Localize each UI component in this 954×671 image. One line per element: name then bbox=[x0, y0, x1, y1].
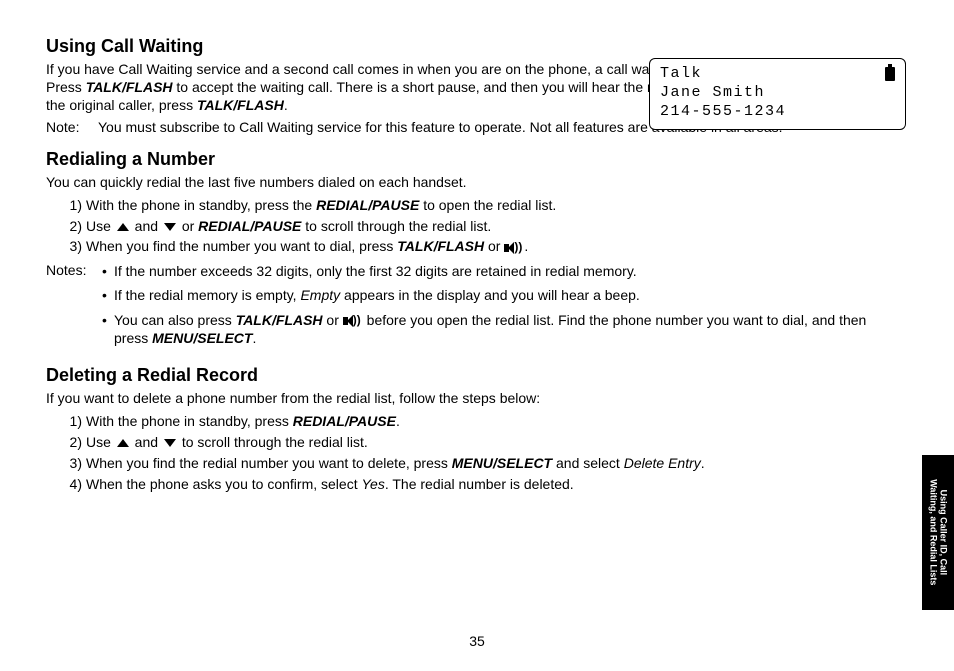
list-item: 3) When you find the number you want to … bbox=[60, 237, 904, 256]
lcd-line3: 214-555-1234 bbox=[660, 103, 895, 122]
note-bullet: • You can also press TALK/FLASH or )) be… bbox=[102, 311, 904, 347]
notes-label: Notes: bbox=[46, 262, 102, 353]
key-talk-flash: TALK/FLASH bbox=[86, 79, 173, 95]
lcd-line1: Talk bbox=[660, 65, 702, 84]
redialing-steps: 1) With the phone in standby, press the … bbox=[60, 196, 904, 257]
page-content: Talk Jane Smith 214-555-1234 Using Call … bbox=[0, 0, 954, 494]
up-arrow-icon bbox=[117, 223, 129, 231]
speakerphone-icon: )) bbox=[504, 242, 524, 254]
key-talk-flash: TALK/FLASH bbox=[397, 238, 484, 254]
redialing-intro: You can quickly redial the last five num… bbox=[46, 174, 904, 192]
page-number: 35 bbox=[0, 633, 954, 649]
down-arrow-icon bbox=[164, 223, 176, 231]
list-item: 1) With the phone in standby, press the … bbox=[60, 196, 904, 215]
battery-icon bbox=[885, 67, 895, 81]
list-item: 3) When you find the redial number you w… bbox=[60, 454, 904, 473]
deleting-intro: If you want to delete a phone number fro… bbox=[46, 390, 904, 408]
up-arrow-icon bbox=[117, 439, 129, 447]
list-item: 2) Use and or REDIAL/PAUSE to scroll thr… bbox=[60, 217, 904, 236]
down-arrow-icon bbox=[164, 439, 176, 447]
key-redial-pause: REDIAL/PAUSE bbox=[293, 413, 396, 429]
note-bullet: • If the number exceeds 32 digits, only … bbox=[102, 262, 904, 280]
redialing-notes: Notes: • If the number exceeds 32 digits… bbox=[46, 262, 904, 353]
list-item: 1) With the phone in standby, press REDI… bbox=[60, 412, 904, 431]
deleting-steps: 1) With the phone in standby, press REDI… bbox=[60, 412, 904, 494]
key-talk-flash: TALK/FLASH bbox=[197, 97, 284, 113]
handset-display: Talk Jane Smith 214-555-1234 bbox=[649, 58, 906, 130]
list-item: 2) Use and to scroll through the redial … bbox=[60, 433, 904, 452]
note-bullet: • If the redial memory is empty, Empty a… bbox=[102, 286, 904, 304]
lcd-line2: Jane Smith bbox=[660, 84, 895, 103]
key-menu-select: MENU/SELECT bbox=[152, 330, 252, 346]
heading-call-waiting: Using Call Waiting bbox=[46, 36, 904, 57]
speakerphone-icon: )) bbox=[343, 315, 363, 327]
key-redial-pause: REDIAL/PAUSE bbox=[198, 218, 301, 234]
section-tab: Using Caller ID, Call Waiting, and Redia… bbox=[922, 455, 954, 610]
list-item: 4) When the phone asks you to confirm, s… bbox=[60, 475, 904, 494]
note-label: Note: bbox=[46, 119, 98, 135]
heading-deleting-redial: Deleting a Redial Record bbox=[46, 365, 904, 386]
key-redial-pause: REDIAL/PAUSE bbox=[316, 197, 419, 213]
key-talk-flash: TALK/FLASH bbox=[236, 312, 323, 328]
key-menu-select: MENU/SELECT bbox=[452, 455, 552, 471]
heading-redialing: Redialing a Number bbox=[46, 149, 904, 170]
